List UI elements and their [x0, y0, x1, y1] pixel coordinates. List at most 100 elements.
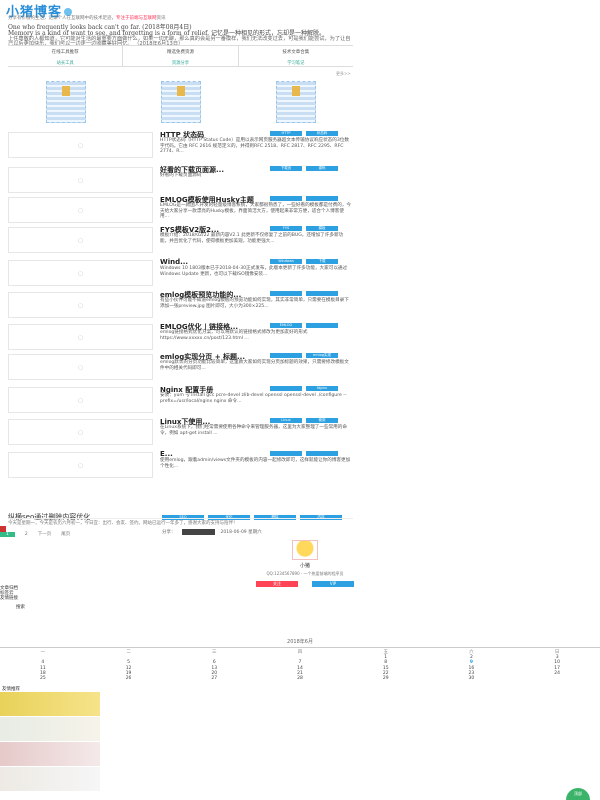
friend-banner[interactable]	[0, 692, 100, 716]
more-link[interactable]: 更多>>	[336, 71, 351, 77]
share-buttons[interactable]: ■■■■	[181, 529, 215, 535]
post-thumbnail[interactable]: ▢	[8, 354, 153, 380]
side-link[interactable]: 友情链接	[0, 596, 18, 601]
post-tag[interactable]	[270, 291, 302, 296]
user-card: 小猪 QQ:1234567890 · 一个热爱前端的程序员 关注 VIP	[240, 540, 370, 590]
post-thumbnail[interactable]: ▢	[8, 132, 153, 158]
pager-item[interactable]: 尾页	[61, 531, 70, 537]
user-id: QQ:1234567890 · 一个热爱前端的程序员	[266, 571, 344, 576]
post-tag[interactable]: Windows	[270, 259, 302, 264]
post-thumbnail[interactable]: ▢	[8, 452, 153, 478]
post-tag[interactable]	[306, 196, 338, 201]
post-thumbnail[interactable]: ▢	[8, 167, 153, 193]
post-tag[interactable]: EMLOG	[270, 323, 302, 328]
tool-link-2[interactable]: 精选免费资源 资源分享	[123, 46, 239, 66]
pager-current[interactable]: 1	[0, 531, 15, 537]
post-tag[interactable]: 下载	[306, 259, 338, 264]
post-title[interactable]: Wind...	[160, 258, 188, 266]
tagline-suffix: 资讯	[156, 16, 166, 21]
tool-title: 在线工具推荐	[51, 50, 79, 55]
tool-title: 精选免费资源	[166, 50, 194, 55]
tagline-highlight: 专注于前端与互联网	[116, 16, 157, 21]
post-excerpt: 在Linux系统下，我们经常需要使用各种命令来管理服务器，这里为大家整理了一些常…	[160, 425, 347, 436]
calendar-day[interactable]: 30	[429, 676, 515, 681]
user-name: 小猪	[299, 563, 310, 569]
calendar-grid: 一二三四五六日 1 2 3 4 5 6 7 8 9 10 11 12 13 14 15 16 17 18 19 20 21…	[0, 650, 600, 681]
post-excerpt: EMLOG是一款国人开发的轻量级博客系统，大家都很熟悉了，一些好看的模板都是付费…	[160, 203, 352, 220]
follow-button[interactable]: 关注	[256, 581, 298, 587]
post-tag[interactable]	[270, 353, 302, 358]
tool-sub: 站长工具	[56, 61, 74, 66]
calendar-day[interactable]: 28	[257, 676, 343, 681]
post-tag[interactable]: 模板	[306, 226, 338, 231]
calendar-day	[514, 676, 600, 681]
post-title[interactable]: E...	[160, 450, 173, 458]
post-excerpt: 安装：yum -y install gcc pcre-devel zlib-de…	[160, 393, 347, 404]
post-tag[interactable]: 源码	[306, 166, 338, 171]
post-thumbnail[interactable]: ▢	[8, 387, 153, 413]
post-thumbnail[interactable]: ▢	[8, 260, 153, 286]
tagline-prefix: 分享有价值的生活，记录个人在互联网中的技术足迹，	[8, 16, 116, 21]
tool-sub: 资源分享	[171, 61, 190, 66]
post-excerpt: emlog默认的分页功能比较简单，这里教大家如何实现分页加标题的效果，只需要修改…	[160, 360, 349, 371]
tool-link-1[interactable]: 在线工具推荐 站长工具	[8, 46, 124, 66]
calendar-title: 2018年6月	[0, 638, 600, 648]
avatar[interactable]	[292, 540, 318, 560]
vip-button[interactable]: VIP	[312, 581, 354, 587]
post-excerpt: HTTP状态码（HTTP Status Code）是用以表示网页服务器超文本传输…	[160, 138, 349, 155]
post-tag[interactable]: 状态码	[306, 131, 338, 136]
banner-strip	[8, 81, 353, 125]
banner-image[interactable]	[275, 81, 316, 123]
post-excerpt: 模板介绍：2018/02/22 最新内容V2.1 此更新不仅修复了之前的BUG，…	[160, 233, 344, 244]
post-tag[interactable]	[306, 291, 338, 296]
side-links: 文章归档 标签云 友情链接	[0, 586, 18, 601]
tag-icon	[176, 86, 185, 96]
search-label[interactable]: 搜索	[16, 604, 25, 610]
pager-item[interactable]: 2	[25, 532, 28, 537]
calendar-day[interactable]: 27	[171, 676, 257, 681]
tool-sub: 学习笔记	[287, 61, 305, 66]
friend-banner[interactable]	[0, 767, 100, 791]
post-tag[interactable]: Linux	[270, 418, 302, 423]
banner-image[interactable]	[160, 81, 201, 123]
tool-link-3[interactable]: 技术文章合集 学习笔记	[239, 46, 353, 66]
tag-icon	[291, 86, 300, 96]
calendar-day[interactable]: 25	[0, 676, 86, 681]
calendar: 2018年6月 一二三四五六日 1 2 3 4 5 6 7 8 9 10 11 12 13 14 15 16 17…	[0, 638, 600, 681]
site-logo[interactable]: 小猪博客	[6, 1, 116, 20]
back-to-top-button[interactable]: 顶部	[566, 788, 590, 800]
calendar-day[interactable]: 29	[343, 676, 429, 681]
post-tag[interactable]	[306, 451, 338, 456]
share-bar: 分享： ■■■■ 2018-06-09 星期六	[162, 529, 362, 535]
share-label: 分享：	[162, 530, 176, 535]
footnote: 今天是星期一，今天是农历六月初一，今日宜：出行、会友、签约。网站已运行一年多了，…	[8, 518, 353, 527]
tool-links: 在线工具推荐 站长工具 精选免费资源 资源分享 技术文章合集 学习笔记	[8, 45, 353, 67]
post-tag[interactable]	[306, 323, 338, 328]
post-tag[interactable]	[270, 451, 302, 456]
friend-banner[interactable]	[0, 717, 100, 741]
banner-image[interactable]	[45, 81, 86, 123]
post-excerpt: Windows 10 1803版本已于2018-04-30正式发布，此版本更新了…	[160, 266, 348, 277]
post-tag[interactable]: 使用	[306, 418, 338, 423]
tag-icon	[61, 86, 70, 96]
post-thumbnail[interactable]: ▢	[8, 419, 153, 445]
share-date: 2018-06-09 星期六	[220, 530, 262, 535]
post-thumbnail[interactable]: ▢	[8, 292, 153, 318]
post-tag[interactable]: Nginx	[306, 386, 338, 391]
friend-banner[interactable]	[0, 742, 100, 766]
pager-item[interactable]: 下一页	[38, 531, 52, 537]
site-tagline: 分享有价值的生活，记录个人在互联网中的技术足迹，专注于前端与互联网资讯	[8, 16, 368, 22]
logo-bubble-icon	[64, 8, 73, 16]
post-thumbnail[interactable]: ▢	[8, 197, 153, 223]
post-tag[interactable]: emlog实现	[306, 353, 338, 358]
post-thumbnail[interactable]: ▢	[8, 227, 153, 253]
post-excerpt: 好看的下载页面源码	[160, 173, 202, 178]
post-tag[interactable]	[270, 386, 302, 391]
post-tag[interactable]	[270, 196, 302, 201]
post-excerpt: 使用emlog，跟着admin/views文件夹的模板的内容一起修改即可，这样就…	[160, 458, 351, 469]
post-tag[interactable]: 下载页	[270, 166, 302, 171]
post-tag[interactable]: HTTP	[270, 131, 302, 136]
calendar-day[interactable]: 26	[86, 676, 172, 681]
post-tag[interactable]: FYS	[270, 226, 302, 231]
post-thumbnail[interactable]: ▢	[8, 324, 153, 350]
